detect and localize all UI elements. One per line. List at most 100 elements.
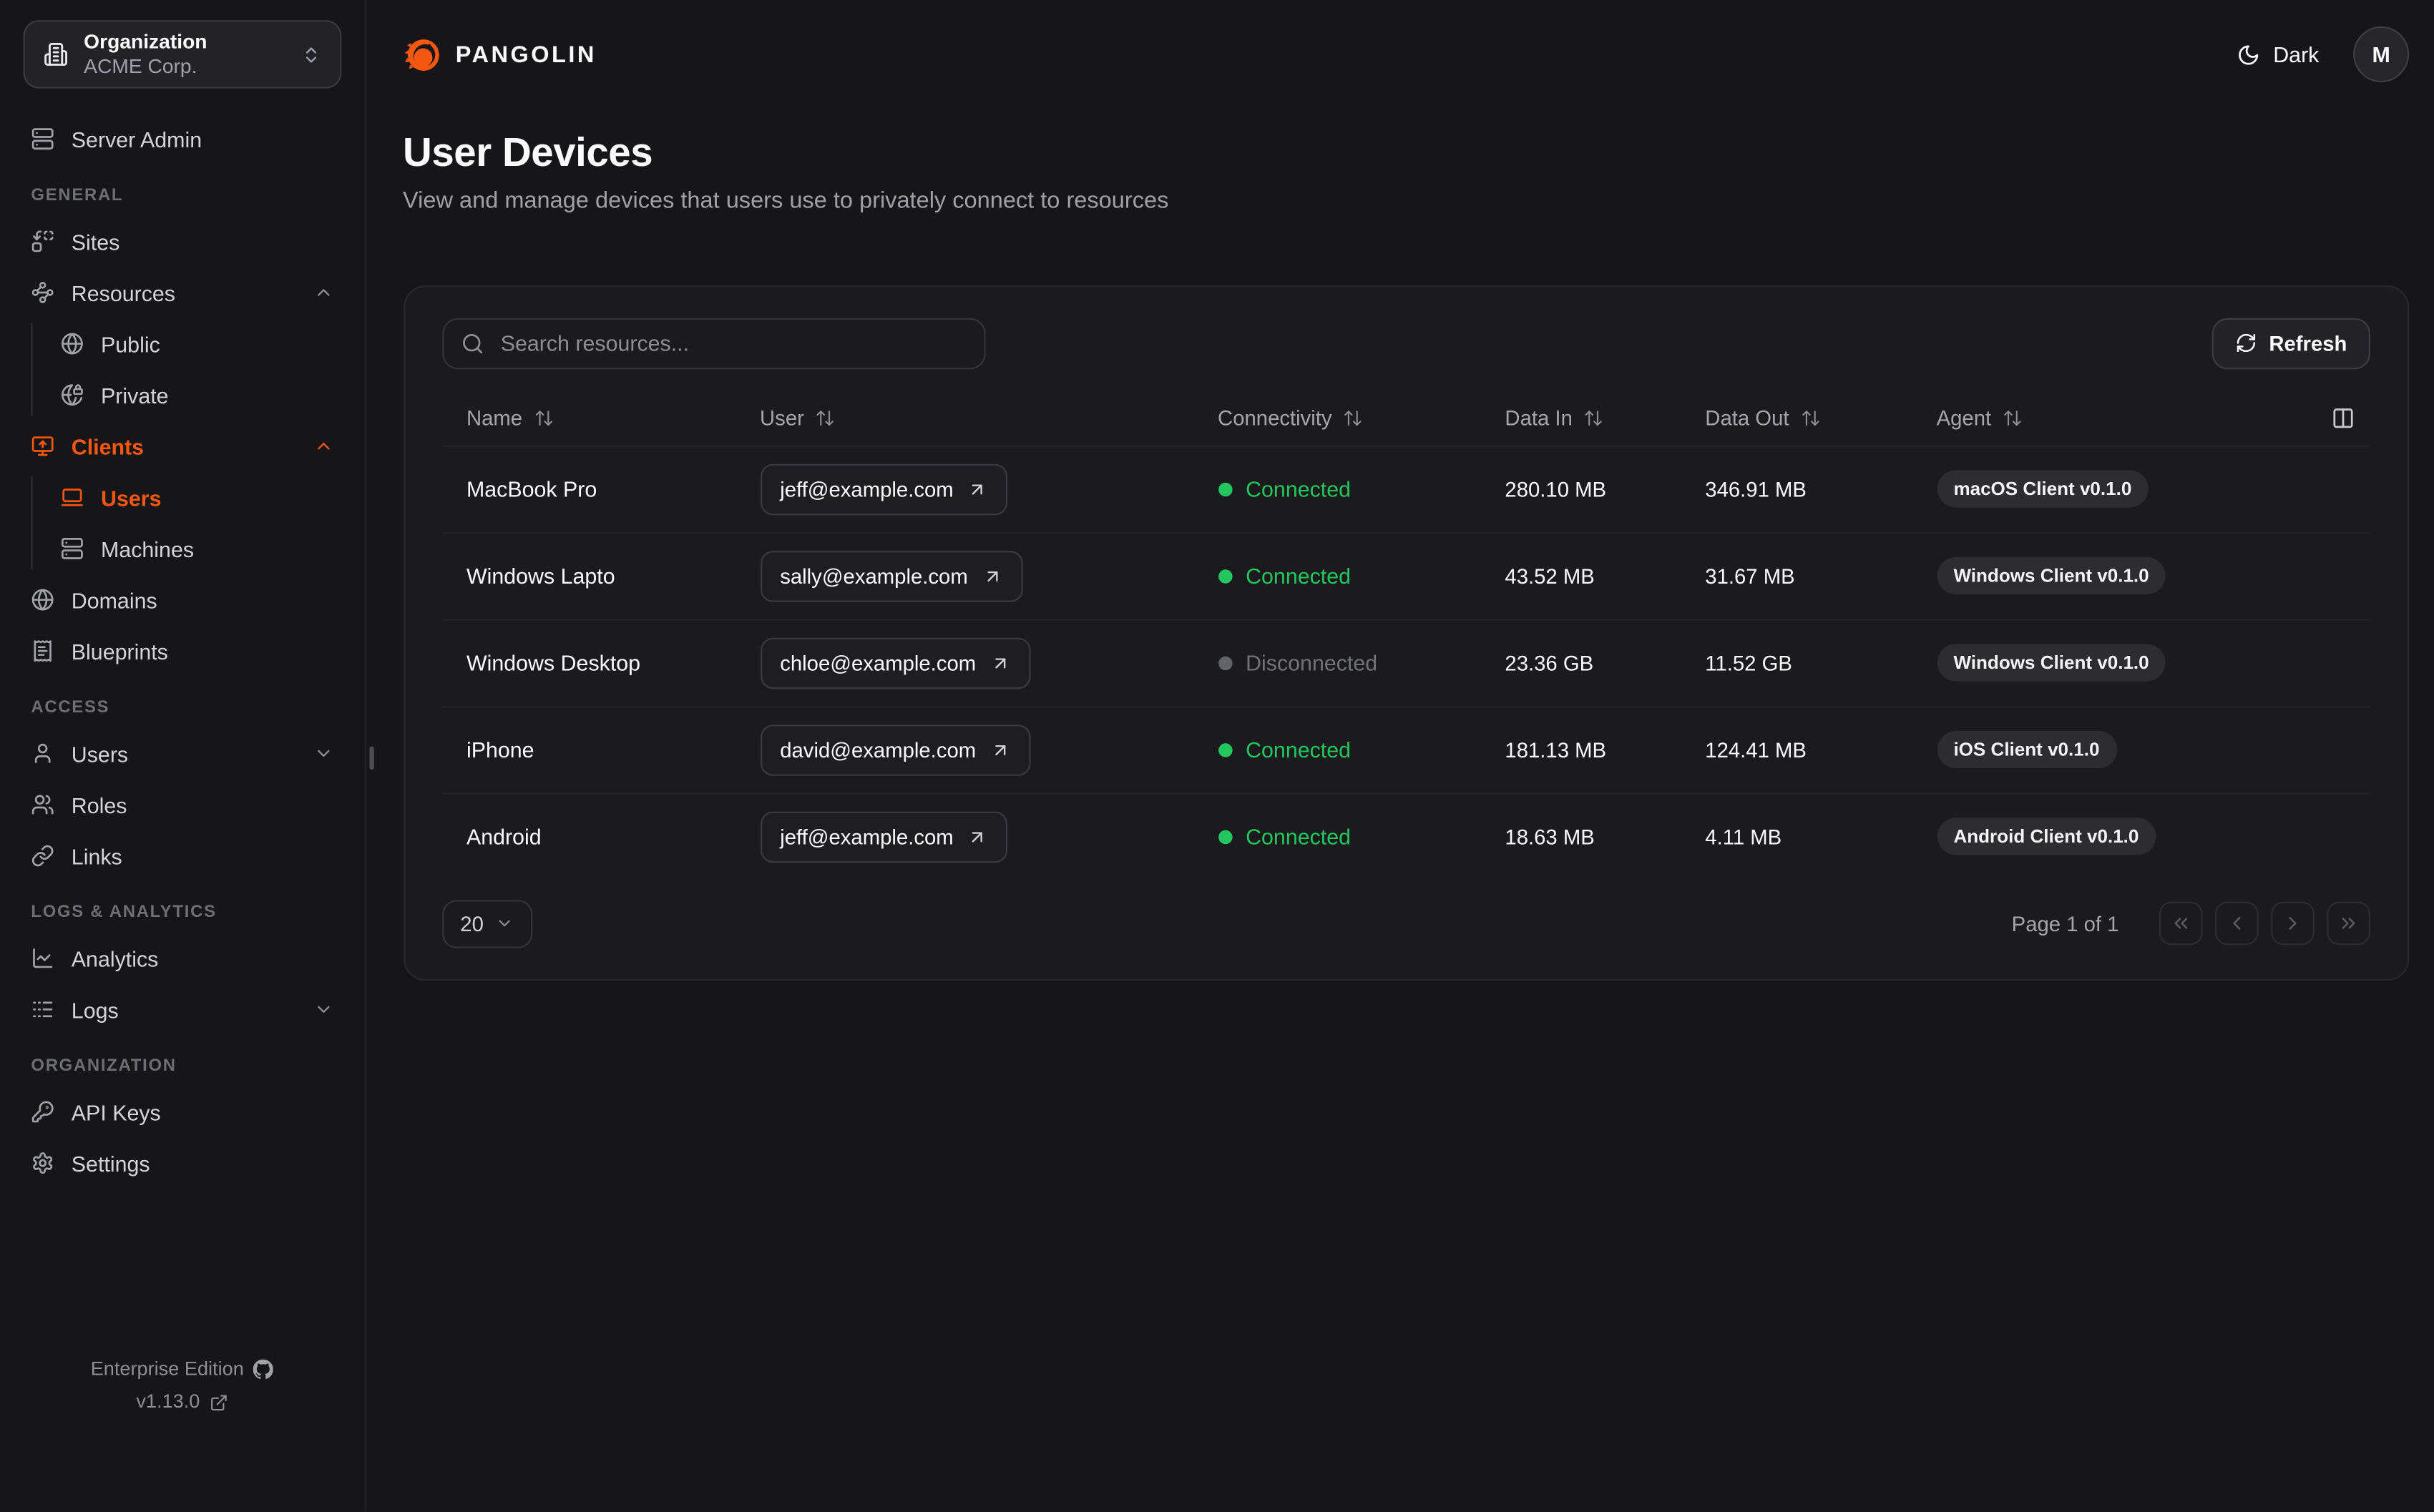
sidebar-item-machines[interactable]: Machines: [0, 523, 364, 574]
sidebar-item-private[interactable]: Private: [0, 369, 364, 421]
data-in-value: 23.36 GB: [1505, 651, 1594, 674]
first-page-button[interactable]: [2159, 901, 2203, 946]
sort-icon: [815, 408, 835, 428]
sidebar-item-analytics[interactable]: Analytics: [0, 933, 364, 984]
chart-line-icon: [31, 946, 54, 970]
column-header-name[interactable]: Name: [441, 406, 760, 431]
edition-row[interactable]: Enterprise Edition: [0, 1353, 364, 1386]
column-header-connectivity[interactable]: Connectivity: [1218, 406, 1505, 431]
org-switcher[interactable]: Organization ACME Corp.: [23, 20, 341, 89]
prev-page-button[interactable]: [2215, 901, 2259, 946]
device-name: iPhone: [466, 737, 534, 762]
status-dot: [1218, 742, 1232, 757]
sidebar-item-client-users[interactable]: Users: [0, 472, 364, 524]
page-info: Page 1 of 1: [2011, 911, 2119, 936]
sidebar-item-server-admin[interactable]: Server Admin: [0, 113, 364, 165]
search-input[interactable]: [497, 329, 967, 358]
agent-badge: Windows Client v0.1.0: [1936, 644, 2166, 682]
data-out-value: 124.41 MB: [1705, 737, 1807, 762]
table-row: Windows Desktop chloe@example.com Discon…: [441, 618, 2370, 705]
data-out-value: 11.52 GB: [1705, 651, 1792, 674]
sidebar-item-users[interactable]: Users: [0, 728, 364, 780]
github-icon: [253, 1360, 273, 1380]
column-label: Data In: [1505, 406, 1573, 431]
sidebar-item-logs[interactable]: Logs: [0, 984, 364, 1036]
next-page-button[interactable]: [2271, 901, 2315, 946]
user-link-button[interactable]: jeff@example.com: [760, 463, 1008, 515]
sidebar-item-label: Users: [101, 485, 162, 510]
logs-icon: [31, 998, 54, 1021]
section-label-logs-analytics: LOGS & ANALYTICS: [31, 903, 217, 922]
globe-lock-icon: [61, 383, 84, 407]
sidebar-item-resources[interactable]: Resources: [0, 267, 364, 318]
arrow-up-right-icon: [990, 653, 1010, 673]
sort-icon: [1343, 408, 1363, 428]
data-in-value: 181.13 MB: [1505, 737, 1607, 762]
refresh-button[interactable]: Refresh: [2211, 317, 2370, 369]
sidebar-item-label: Settings: [71, 1150, 150, 1176]
sidebar-item-public[interactable]: Public: [0, 318, 364, 370]
user-link-button[interactable]: sally@example.com: [760, 550, 1022, 602]
device-name: Windows Lapto: [466, 563, 615, 589]
sidebar-item-domains[interactable]: Domains: [0, 574, 364, 626]
sidebar-item-label: Blueprints: [71, 638, 168, 664]
device-name: Windows Desktop: [466, 650, 641, 675]
table-row: Windows Lapto sally@example.com Connecte…: [441, 531, 2370, 618]
section-label-general: GENERAL: [31, 186, 124, 205]
user-link-button[interactable]: david@example.com: [760, 724, 1031, 775]
clients-subgroup: Users Machines: [0, 472, 364, 574]
brand[interactable]: PANGOLIN: [403, 35, 597, 74]
column-settings-button[interactable]: [2315, 407, 2370, 431]
chevron-left-icon: [2226, 913, 2247, 934]
page-size-select[interactable]: 20: [441, 899, 532, 948]
page-title: User Devices: [403, 129, 653, 176]
column-label: Data Out: [1705, 406, 1789, 431]
avatar[interactable]: M: [2353, 26, 2410, 82]
sidebar-item-sites[interactable]: Sites: [0, 216, 364, 267]
device-name: Android: [466, 824, 542, 849]
arrow-up-right-icon: [967, 479, 987, 499]
user-email: david@example.com: [780, 737, 977, 762]
sidebar-item-links[interactable]: Links: [0, 830, 364, 882]
column-header-agent[interactable]: Agent: [1937, 407, 2315, 430]
user-email: jeff@example.com: [780, 825, 954, 848]
sidebar-item-blueprints[interactable]: Blueprints: [0, 625, 364, 677]
column-label: Name: [466, 406, 523, 431]
sidebar-item-clients[interactable]: Clients: [0, 421, 364, 472]
status-label: Disconnected: [1246, 650, 1378, 675]
sort-icon: [2002, 408, 2022, 428]
app-window: Organization ACME Corp. Server Admin GEN…: [0, 0, 2434, 1512]
user-link-button[interactable]: chloe@example.com: [760, 637, 1031, 689]
chevron-down-icon: [313, 743, 333, 763]
sidebar-item-api-keys[interactable]: API Keys: [0, 1086, 364, 1138]
connectivity-status: Connected: [1218, 563, 1505, 589]
theme-toggle-button[interactable]: Dark: [2237, 42, 2319, 67]
connectivity-status: Connected: [1218, 476, 1505, 501]
column-label: Connectivity: [1218, 406, 1332, 431]
org-switcher-texts: Organization ACME Corp.: [84, 29, 285, 80]
chevrons-left-icon: [2170, 913, 2191, 934]
arrow-up-right-icon: [967, 827, 987, 847]
external-link-icon: [209, 1393, 228, 1411]
version-row[interactable]: v1.13.0: [0, 1385, 364, 1418]
chevrons-right-icon: [2337, 913, 2359, 934]
sidebar-item-roles[interactable]: Roles: [0, 779, 364, 830]
sidebar-item-label: API Keys: [71, 1099, 161, 1124]
building-icon: [44, 42, 69, 67]
chevron-right-icon: [2282, 913, 2303, 934]
arrow-up-right-icon: [990, 740, 1010, 760]
user-link-button[interactable]: jeff@example.com: [760, 810, 1008, 863]
status-label: Connected: [1246, 824, 1352, 849]
status-label: Connected: [1246, 737, 1352, 762]
brand-name: PANGOLIN: [455, 41, 597, 68]
refresh-label: Refresh: [2269, 331, 2347, 355]
status-label: Connected: [1246, 563, 1352, 589]
sidebar-item-settings[interactable]: Settings: [0, 1137, 364, 1189]
column-header-user[interactable]: User: [760, 407, 1218, 430]
column-header-data-in[interactable]: Data In: [1505, 406, 1705, 431]
chevron-up-icon: [313, 436, 333, 456]
agent-badge: iOS Client v0.1.0: [1936, 731, 2117, 769]
sidebar-footer: Enterprise Edition v1.13.0: [0, 1353, 364, 1418]
column-header-data-out[interactable]: Data Out: [1705, 406, 1936, 431]
last-page-button[interactable]: [2327, 901, 2370, 946]
